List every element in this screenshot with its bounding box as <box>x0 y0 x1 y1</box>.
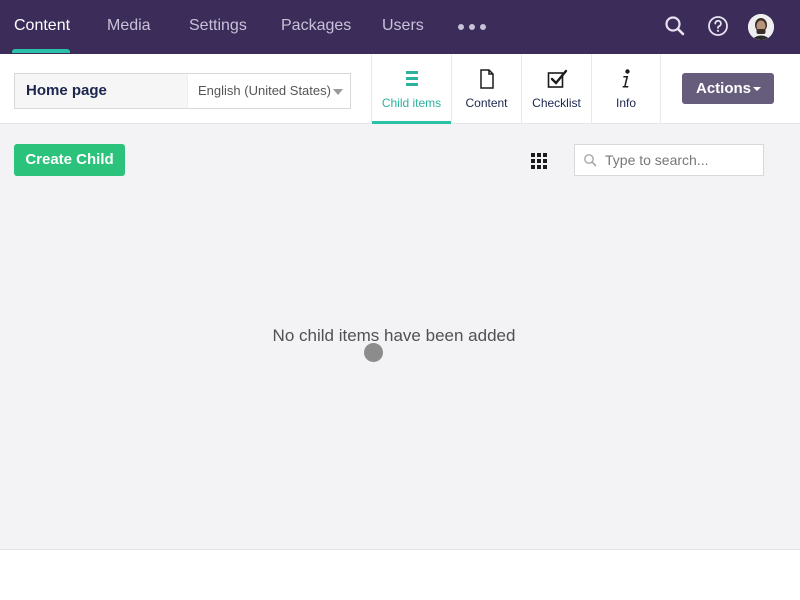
app-content[interactable]: Content <box>451 54 521 124</box>
caret-down-icon <box>333 89 343 95</box>
grid-view-icon[interactable] <box>531 153 547 169</box>
search-field <box>574 144 764 176</box>
search-input[interactable] <box>605 145 760 175</box>
nav-item-media[interactable]: Media <box>107 0 151 54</box>
help-icon[interactable] <box>706 14 730 38</box>
caret-down-icon <box>753 87 761 91</box>
empty-state-message: No child items have been added <box>272 326 516 345</box>
app-checklist[interactable]: Checklist <box>521 54 591 124</box>
language-label: English (United States) <box>198 83 331 98</box>
nav-item-content[interactable]: Content <box>14 0 70 54</box>
create-child-button[interactable]: Create Child <box>14 144 125 176</box>
app-info[interactable]: Info <box>591 54 661 124</box>
more-dots-icon[interactable] <box>458 24 488 30</box>
search-icon <box>583 153 597 167</box>
node-name-group: Home page English (United States) <box>14 73 351 109</box>
language-dropdown[interactable]: English (United States) <box>187 74 350 108</box>
app-label: Child items <box>381 96 442 110</box>
info-icon <box>615 68 637 90</box>
node-name-input[interactable]: Home page <box>15 74 187 108</box>
list-icon <box>401 68 423 90</box>
mouse-cursor-indicator <box>364 343 383 362</box>
app-label: Checklist <box>532 96 581 110</box>
app-label: Content <box>465 96 508 110</box>
nav-item-users[interactable]: Users <box>382 0 424 54</box>
nav-item-packages[interactable]: Packages <box>281 0 351 54</box>
nav-active-indicator <box>12 49 70 53</box>
app-child-items[interactable]: Child items <box>371 54 452 124</box>
actions-label: Actions <box>696 80 752 97</box>
child-items-panel: Create Child No child items have been ad… <box>0 124 800 549</box>
top-navigation: Content Media Settings Packages Users <box>0 0 800 54</box>
editor-header: Home page English (United States) Child … <box>0 54 800 124</box>
search-icon[interactable] <box>663 14 687 38</box>
app-label: Info <box>615 96 636 110</box>
user-avatar[interactable] <box>748 14 774 40</box>
editor-footer <box>0 549 800 600</box>
checklist-icon <box>546 68 568 90</box>
actions-button[interactable]: Actions <box>682 73 774 104</box>
document-icon <box>476 68 498 90</box>
nav-item-settings[interactable]: Settings <box>189 0 247 54</box>
